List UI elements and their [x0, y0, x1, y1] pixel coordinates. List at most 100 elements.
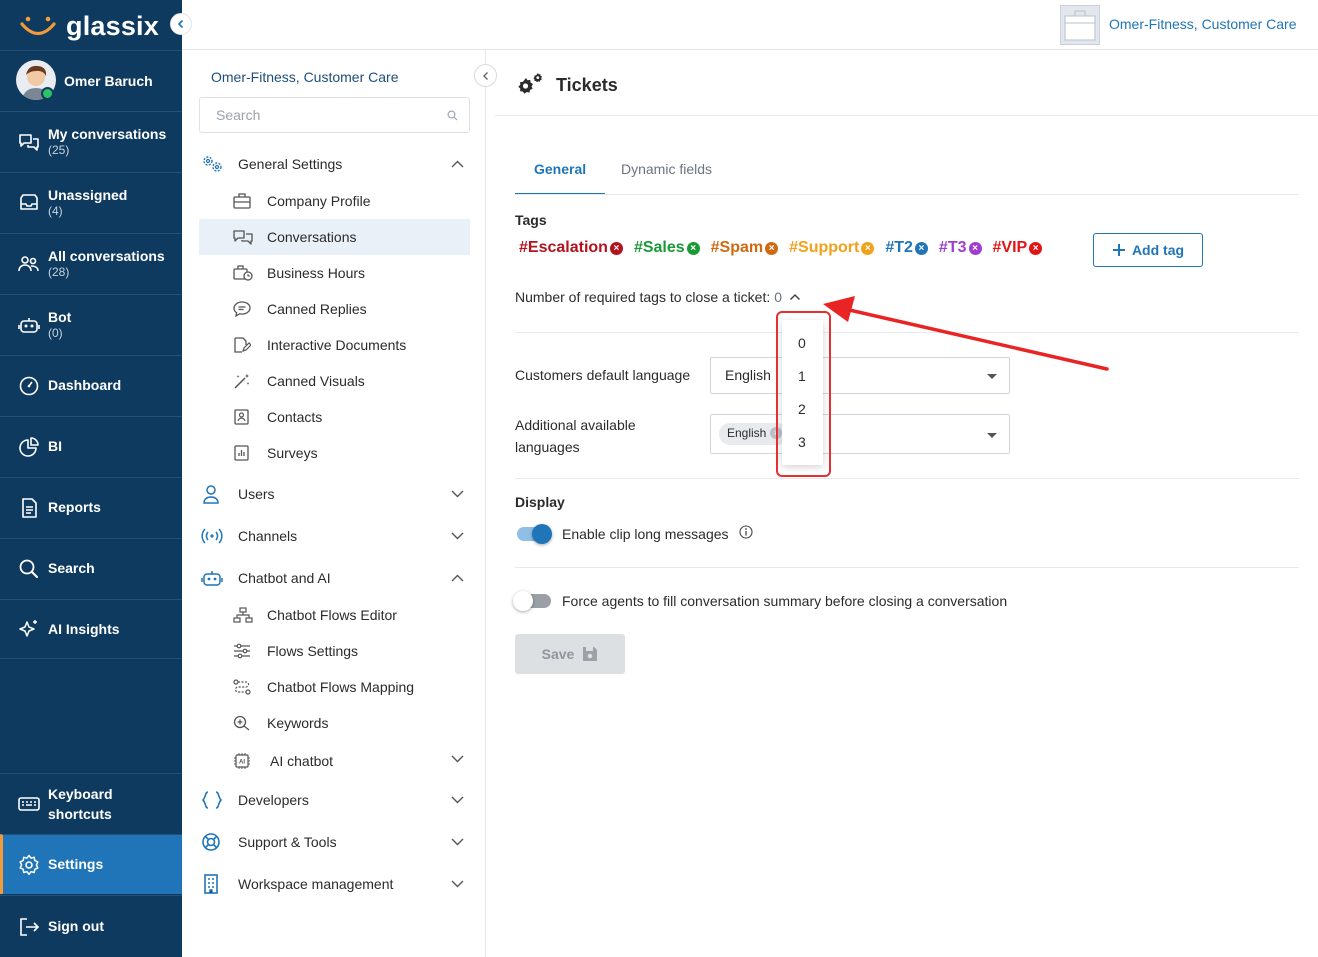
collapse-settings-sidebar-button[interactable] — [474, 64, 497, 87]
section-developers[interactable]: Developers — [199, 782, 470, 818]
chevron-up-icon — [451, 160, 464, 168]
nav-label: Sign out — [48, 918, 104, 934]
nav-all-conversations[interactable]: All conversations (28) — [0, 233, 182, 293]
sub-surveys[interactable]: Surveys — [199, 435, 470, 471]
tags-list: #Escalation × #Sales × #Spam × #Support × #T2 × #T… — [519, 239, 1053, 257]
zoom-in-icon — [233, 715, 250, 731]
tag-chip: #Sales × — [634, 239, 700, 257]
divider — [515, 478, 1299, 479]
tag-chip: #T2 × — [885, 239, 928, 257]
info-icon[interactable] — [739, 525, 753, 539]
nav-dashboard[interactable]: Dashboard — [0, 355, 182, 415]
report-icon — [22, 497, 37, 518]
nav-bot[interactable]: Bot (0) — [0, 294, 182, 354]
sub-canned-replies[interactable]: Canned Replies — [199, 291, 470, 327]
sub-label: Canned Replies — [267, 301, 367, 317]
sub-chatbot-flows-mapping[interactable]: Chatbot Flows Mapping — [199, 669, 470, 705]
route-icon — [233, 679, 251, 695]
remove-tag-icon[interactable]: × — [609, 241, 623, 255]
required-tags-row[interactable]: Number of required tags to close a ticke… — [515, 289, 801, 305]
remove-tag-icon[interactable]: × — [968, 241, 982, 255]
magic-wand-icon — [234, 374, 250, 389]
section-support-tools[interactable]: Support & Tools — [199, 824, 470, 860]
nav-sign-out[interactable]: Sign out — [0, 895, 182, 957]
tag-label: #Spam — [710, 239, 764, 256]
svg-text:AI: AI — [239, 760, 245, 766]
clip-messages-toggle[interactable] — [517, 524, 552, 544]
nav-search[interactable]: Search — [0, 538, 182, 598]
message-icon — [233, 301, 251, 317]
sub-label: Flows Settings — [267, 643, 359, 659]
section-chatbot-and-ai[interactable]: Chatbot and AI — [199, 560, 470, 596]
pie-chart-icon — [19, 436, 39, 457]
section-general-settings[interactable]: General Settings — [199, 146, 470, 182]
nav-keyboard-shortcuts[interactable]: Keyboard shortcuts — [0, 773, 182, 834]
collapse-nav-button[interactable] — [170, 13, 192, 35]
remove-tag-icon[interactable]: × — [861, 241, 875, 255]
plus-icon — [1112, 244, 1125, 256]
search-icon — [19, 559, 38, 578]
add-tag-button[interactable]: Add tag — [1093, 233, 1203, 267]
remove-tag-icon[interactable]: × — [1029, 241, 1043, 255]
sub-interactive-documents[interactable]: Interactive Documents — [199, 327, 470, 363]
sub-label: Conversations — [267, 229, 357, 245]
briefcase-clock-icon — [233, 265, 253, 281]
tab-dynamic-fields[interactable]: Dynamic fields — [602, 150, 731, 195]
chevron-up-icon[interactable] — [789, 293, 801, 301]
chevron-up-icon — [451, 574, 464, 582]
sub-label: AI chatbot — [270, 753, 334, 769]
tab-general[interactable]: General — [515, 150, 606, 195]
settings-search-input[interactable] — [216, 107, 436, 123]
clip-messages-label: Enable clip long messages — [562, 526, 729, 542]
sub-keywords[interactable]: Keywords — [199, 705, 470, 741]
sliders-icon — [234, 643, 250, 659]
toggle-knob — [532, 524, 552, 544]
workspace-name[interactable]: Omer-Fitness, Customer Care — [1109, 16, 1296, 32]
divider — [495, 115, 1318, 116]
sub-contacts[interactable]: Contacts — [199, 399, 470, 435]
lifebuoy-icon — [202, 833, 220, 851]
section-label: General Settings — [238, 156, 343, 172]
nav-count: (4) — [48, 203, 63, 218]
nav-my-conversations[interactable]: My conversations (25) — [0, 111, 182, 171]
contact-card-icon — [234, 409, 249, 425]
additional-languages-select[interactable]: English × — [710, 414, 1010, 454]
sub-business-hours[interactable]: Business Hours — [199, 255, 470, 291]
section-workspace-management[interactable]: Workspace management — [199, 866, 470, 902]
settings-search[interactable] — [199, 97, 470, 133]
section-channels[interactable]: Channels — [199, 518, 470, 554]
chat-bubbles-icon — [233, 230, 253, 245]
chevron-down-icon — [451, 532, 464, 540]
section-users[interactable]: Users — [199, 476, 470, 512]
force-summary-toggle[interactable] — [513, 591, 551, 611]
sub-ai-chatbot[interactable]: AI AI chatbot — [199, 743, 470, 779]
sub-canned-visuals[interactable]: Canned Visuals — [199, 363, 470, 399]
save-button[interactable]: Save — [515, 634, 625, 674]
tag-label: #T3 — [938, 239, 967, 256]
nav-ai-insights[interactable]: AI Insights — [0, 599, 182, 659]
sub-flows-settings[interactable]: Flows Settings — [199, 633, 470, 669]
workspace-icon[interactable] — [1060, 5, 1100, 45]
sub-conversations[interactable]: Conversations — [199, 219, 470, 255]
glassix-logo[interactable]: glassix — [18, 8, 159, 44]
remove-tag-icon[interactable]: × — [765, 241, 779, 255]
nav-unassigned[interactable]: Unassigned (4) — [0, 172, 182, 232]
survey-chart-icon — [234, 445, 249, 461]
sub-chatbot-flows-editor[interactable]: Chatbot Flows Editor — [199, 597, 470, 633]
nav-settings[interactable]: Settings — [0, 834, 182, 894]
required-tags-value[interactable]: 0 — [774, 289, 782, 305]
nav-bi[interactable]: BI — [0, 416, 182, 476]
gear-icon — [19, 854, 39, 875]
user-icon — [203, 485, 219, 504]
remove-tag-icon[interactable]: × — [914, 241, 928, 255]
tag-chip: #T3 × — [939, 239, 982, 257]
sub-company-profile[interactable]: Company Profile — [199, 183, 470, 219]
settings-sidebar-title: Omer-Fitness, Customer Care — [211, 69, 399, 85]
section-label: Chatbot and AI — [238, 570, 331, 586]
remove-tag-icon[interactable]: × — [686, 241, 700, 255]
nav-reports[interactable]: Reports — [0, 477, 182, 537]
user-name: Omer Baruch — [64, 73, 153, 89]
users-icon — [18, 255, 39, 271]
caret-down-icon — [987, 433, 997, 438]
user-profile[interactable]: Omer Baruch — [0, 50, 182, 111]
